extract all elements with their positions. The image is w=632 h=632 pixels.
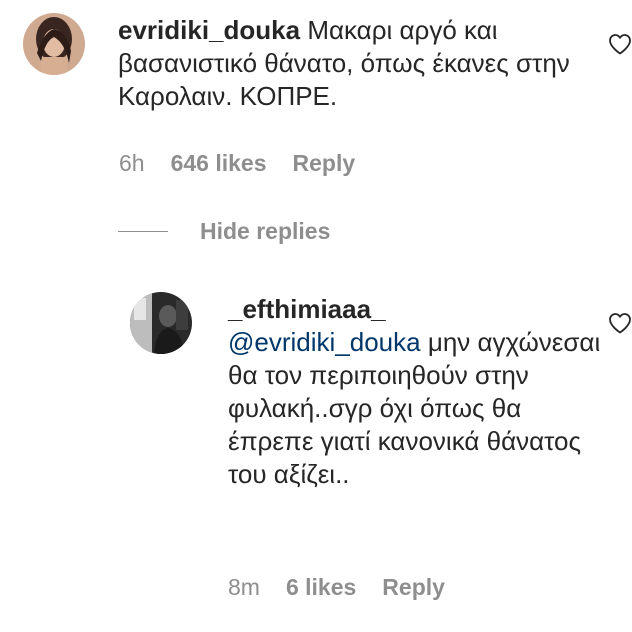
avatar-photo bbox=[23, 13, 85, 75]
comment-time: 6h bbox=[119, 150, 145, 176]
reply-username[interactable]: _efthimiaaa_ bbox=[228, 294, 386, 324]
hide-replies-button[interactable]: Hide replies bbox=[118, 218, 330, 245]
reply-avatar[interactable] bbox=[130, 292, 192, 354]
reply-mention[interactable]: @evridiki_douka bbox=[228, 327, 421, 357]
comment-likes[interactable]: 646 likes bbox=[171, 150, 267, 177]
reply-time: 8m bbox=[228, 574, 260, 600]
divider-line bbox=[118, 231, 168, 232]
avatar-photo bbox=[130, 292, 192, 354]
reply-meta: 8m 6 likes Reply bbox=[228, 574, 445, 601]
hide-replies-label: Hide replies bbox=[200, 218, 331, 244]
heart-icon[interactable] bbox=[608, 312, 632, 334]
reply-body: _efthimiaaa_ @evridiki_douka μην αγχώνεσα… bbox=[228, 293, 608, 491]
comment-body: evridiki_douka Μακαρι αργό και βασανιστι… bbox=[118, 14, 578, 113]
reply-button[interactable]: Reply bbox=[293, 150, 356, 177]
commenter-avatar[interactable] bbox=[23, 13, 85, 75]
comment-meta: 6h 646 likes Reply bbox=[119, 150, 355, 177]
reply-likes[interactable]: 6 likes bbox=[286, 574, 356, 601]
comment-username[interactable]: evridiki_douka bbox=[118, 15, 300, 45]
reply-button[interactable]: Reply bbox=[382, 574, 445, 601]
heart-icon[interactable] bbox=[608, 33, 632, 55]
